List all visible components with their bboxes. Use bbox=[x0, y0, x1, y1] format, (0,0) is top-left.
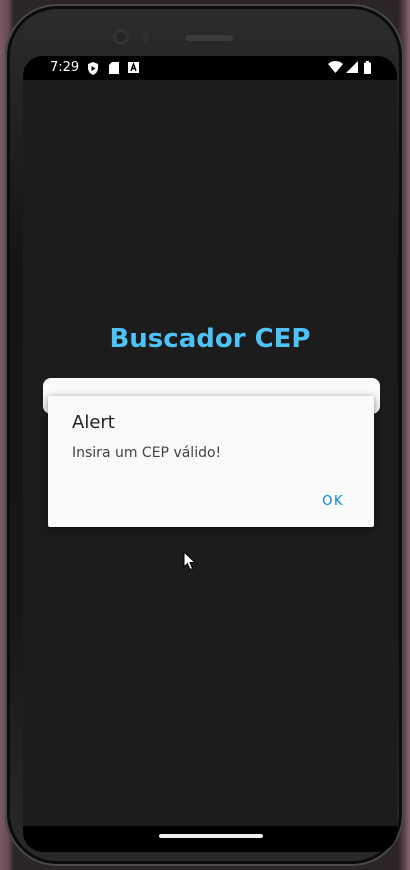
wifi-icon bbox=[328, 61, 343, 73]
alert-dialog: Alert Insira um CEP válido! OK bbox=[48, 396, 374, 527]
status-bar: 7:29 bbox=[23, 56, 397, 80]
cell-signal-icon bbox=[346, 61, 358, 73]
home-gesture-handle[interactable] bbox=[159, 834, 263, 838]
font-a-icon bbox=[128, 62, 139, 73]
phone-frame: 7:29 Buscador CEP Alert Insira um CEP vá… bbox=[5, 4, 404, 866]
sd-card-icon bbox=[109, 62, 119, 74]
ok-button[interactable]: OK bbox=[310, 486, 356, 517]
earpiece-speaker bbox=[185, 35, 233, 41]
proximity-sensor bbox=[143, 31, 149, 43]
phone-screen: 7:29 Buscador CEP Alert Insira um CEP vá… bbox=[23, 56, 397, 852]
navigation-bar bbox=[23, 826, 397, 852]
battery-icon bbox=[364, 61, 371, 74]
front-camera bbox=[113, 29, 129, 45]
mouse-cursor-icon bbox=[183, 551, 197, 571]
app-title: Buscador CEP bbox=[109, 324, 311, 354]
dialog-title: Alert bbox=[72, 412, 115, 433]
dialog-message: Insira um CEP válido! bbox=[72, 445, 222, 461]
status-time: 7:29 bbox=[50, 60, 80, 75]
play-protect-icon bbox=[88, 62, 98, 75]
